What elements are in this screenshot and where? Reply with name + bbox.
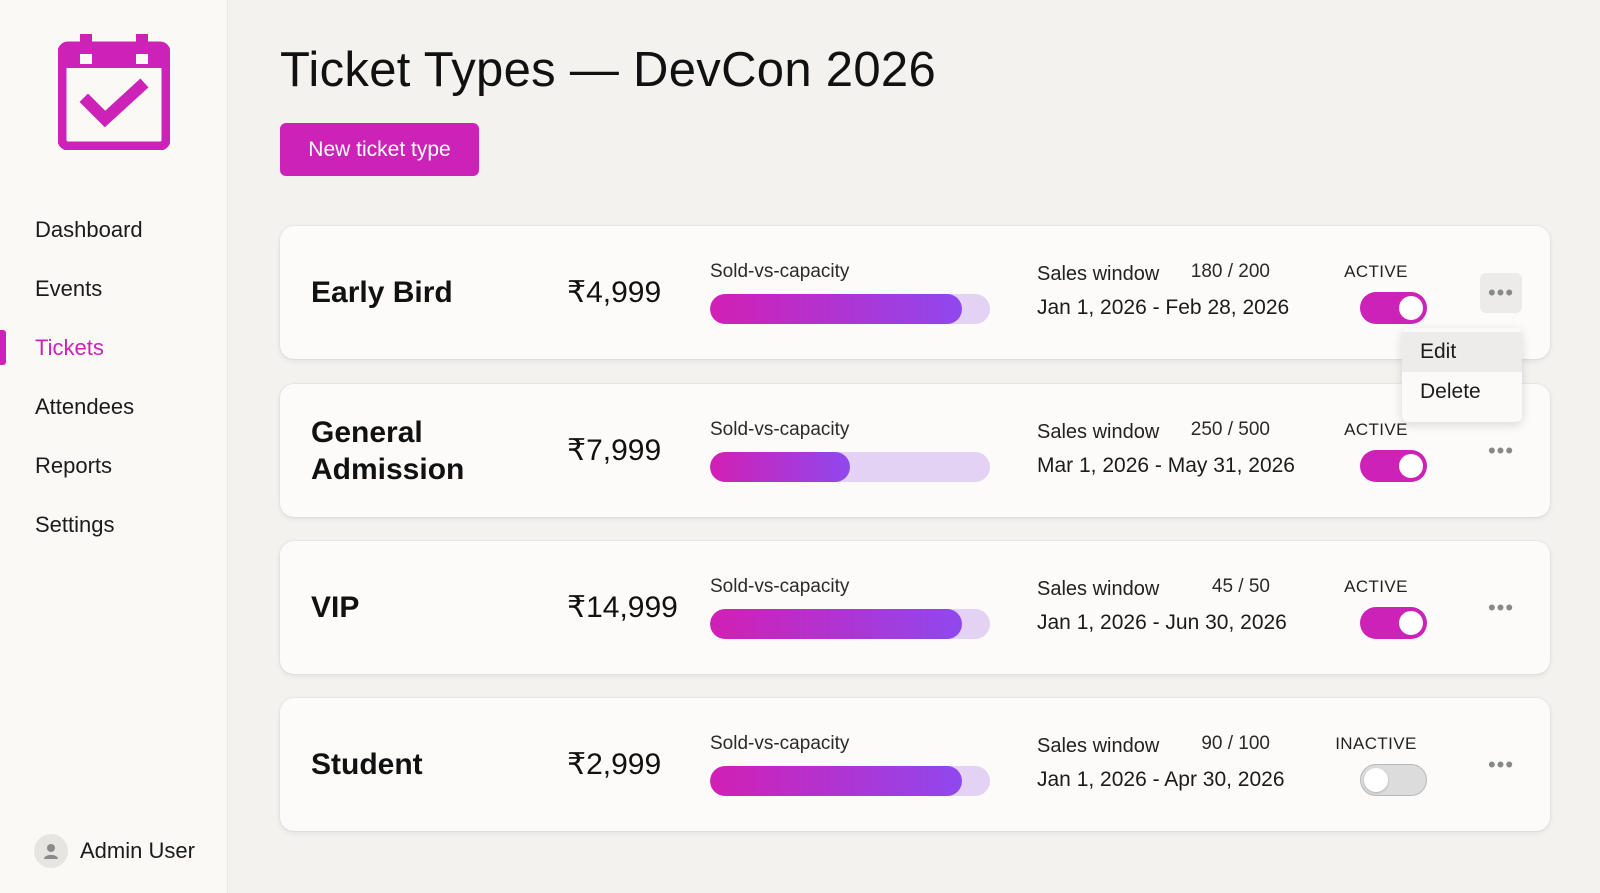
toggle-knob [1364, 768, 1388, 792]
toggle-knob [1399, 611, 1423, 635]
sales-window-label: Sales window [1037, 263, 1160, 285]
capacity-progress-bar [710, 766, 990, 796]
sales-window-dates: Jan 1, 2026 - Feb 28, 2026 [1037, 296, 1290, 319]
capacity-label: Sold-vs-capacity [710, 419, 850, 440]
ticket-card: VIP ₹14,999 Sold-vs-capacity 45 / 50 Sal… [280, 541, 1550, 674]
sidebar-item-dashboard[interactable]: Dashboard [0, 200, 228, 259]
user-icon [34, 834, 68, 868]
sidebar-item-settings[interactable]: Settings [0, 495, 228, 554]
ticket-price: ₹2,999 [567, 748, 662, 781]
calendar-check-icon [57, 32, 171, 151]
capacity-label: Sold-vs-capacity [710, 576, 850, 597]
sales-window-dates: Mar 1, 2026 - May 31, 2026 [1037, 454, 1295, 477]
user-profile[interactable]: Admin User [34, 833, 195, 869]
active-toggle[interactable] [1360, 292, 1427, 324]
menu-item-delete[interactable]: Delete [1402, 372, 1522, 412]
ticket-price: ₹7,999 [567, 434, 662, 467]
toggle-knob [1399, 454, 1423, 478]
capacity-progress-bar [710, 609, 990, 639]
new-ticket-type-button[interactable]: New ticket type [280, 123, 479, 176]
row-actions-menu: Edit Delete [1402, 328, 1522, 422]
active-toggle[interactable] [1360, 607, 1427, 639]
sidebar: Dashboard Events Tickets Attendees Repor… [0, 0, 228, 893]
capacity-progress-bar [710, 452, 990, 482]
ticket-name: Early Bird [311, 276, 453, 309]
more-options-icon[interactable]: ••• [1480, 745, 1522, 785]
sidebar-item-reports[interactable]: Reports [0, 436, 228, 495]
toggle-knob [1399, 296, 1423, 320]
capacity-progress-fill [710, 609, 962, 639]
sidebar-item-attendees[interactable]: Attendees [0, 377, 228, 436]
sales-window-dates: Jan 1, 2026 - Apr 30, 2026 [1037, 768, 1285, 791]
ticket-name: Student [311, 748, 423, 781]
capacity-progress-fill [710, 294, 962, 324]
status-label: ACTIVE [1344, 420, 1408, 439]
sidebar-item-tickets[interactable]: Tickets [0, 318, 228, 377]
page-title: Ticket Types — DevCon 2026 [280, 43, 936, 97]
sales-window-label: Sales window [1037, 735, 1160, 757]
ticket-name: VIP [311, 591, 360, 624]
ticket-name: General Admission [311, 415, 465, 486]
capacity-progress-fill [710, 452, 850, 482]
capacity-progress-fill [710, 766, 962, 796]
ticket-price: ₹4,999 [567, 276, 662, 309]
active-toggle[interactable] [1360, 764, 1427, 796]
status-label: ACTIVE [1344, 262, 1408, 281]
more-options-icon[interactable]: ••• [1480, 273, 1522, 313]
sidebar-item-events[interactable]: Events [0, 259, 228, 318]
status-label: INACTIVE [1335, 734, 1417, 753]
active-toggle[interactable] [1360, 450, 1427, 482]
ticket-card: Student ₹2,999 Sold-vs-capacity 90 / 100… [280, 698, 1550, 831]
ticket-card: Early Bird ₹4,999 Sold-vs-capacity 180 /… [280, 226, 1550, 359]
status-label: ACTIVE [1344, 577, 1408, 596]
more-options-icon[interactable]: ••• [1480, 588, 1522, 628]
ticket-card: General Admission ₹7,999 Sold-vs-capacit… [280, 384, 1550, 517]
capacity-label: Sold-vs-capacity [710, 261, 850, 282]
capacity-label: Sold-vs-capacity [710, 733, 850, 754]
sales-window-label: Sales window [1037, 578, 1160, 600]
user-name: Admin User [80, 838, 195, 863]
more-options-icon[interactable]: ••• [1480, 431, 1522, 471]
capacity-progress-bar [710, 294, 990, 324]
sidebar-nav: Dashboard Events Tickets Attendees Repor… [0, 200, 228, 554]
ticket-price: ₹14,999 [567, 591, 678, 624]
sales-window-dates: Jan 1, 2026 - Jun 30, 2026 [1037, 611, 1287, 634]
sales-window-label: Sales window [1037, 421, 1160, 443]
menu-item-edit[interactable]: Edit [1402, 332, 1522, 372]
